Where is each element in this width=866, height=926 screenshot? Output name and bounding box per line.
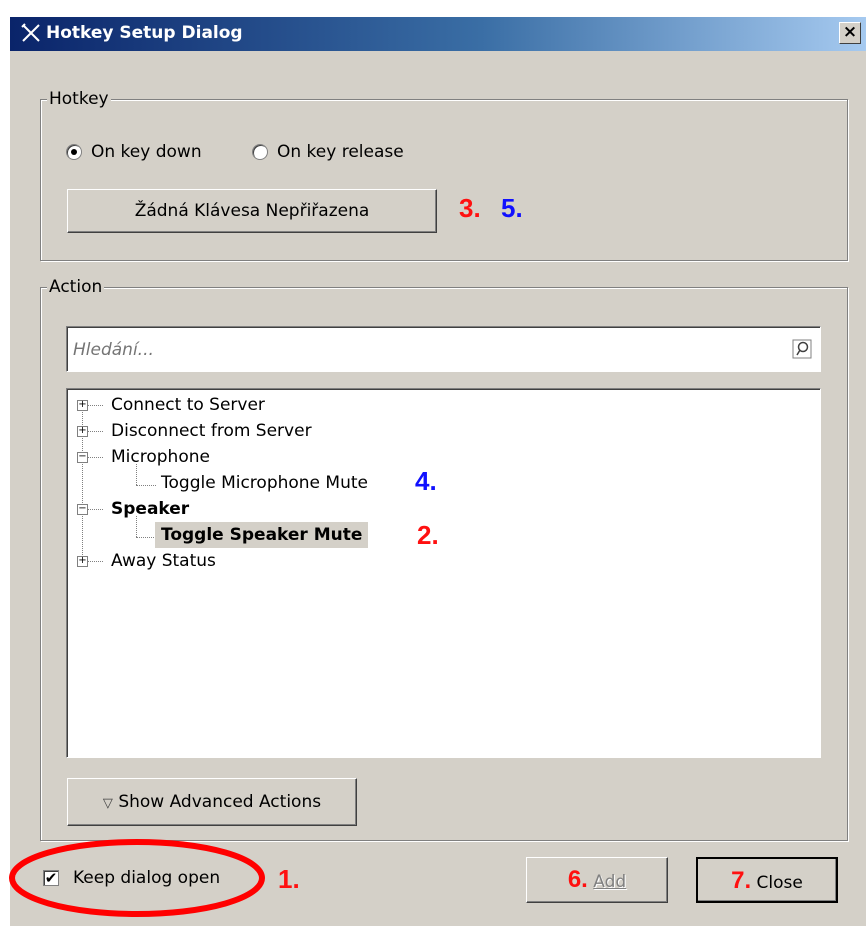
- assign-hotkey-button[interactable]: Žádná Klávesa Nepřiřazena: [67, 189, 437, 233]
- on-key-release-label[interactable]: On key release: [277, 142, 404, 162]
- close-icon: ×: [842, 22, 858, 42]
- tree-item-speaker[interactable]: Speaker: [111, 496, 189, 522]
- annotation-3: 3.: [459, 193, 481, 223]
- tree-connector: [136, 485, 156, 486]
- add-button[interactable]: 6. Add: [526, 857, 668, 903]
- annotation-1: 1.: [278, 864, 300, 894]
- tree-item-toggle-speaker-mute[interactable]: Toggle Speaker Mute: [155, 522, 369, 548]
- annotation-5: 5.: [501, 193, 523, 223]
- tree-connector: [88, 509, 103, 510]
- tree-connector: [88, 431, 103, 432]
- tree-connector: [136, 537, 156, 538]
- annotation-6: 6.: [567, 866, 588, 893]
- tree-connector: [88, 457, 103, 458]
- assign-hotkey-label: Žádná Klávesa Nepřiřazena: [134, 201, 370, 221]
- expand-toggle[interactable]: +: [77, 400, 88, 411]
- on-key-down-label[interactable]: On key down: [91, 142, 202, 162]
- hotkey-dialog: Hotkey Setup Dialog × Hotkey On key down…: [9, 16, 866, 926]
- tools-icon: [21, 23, 40, 42]
- collapse-toggle[interactable]: −: [77, 452, 88, 463]
- expand-toggle[interactable]: +: [77, 426, 88, 437]
- radio-selected-dot: [71, 149, 77, 155]
- close-window-button[interactable]: ×: [839, 22, 861, 44]
- tree-item-toggle-microphone-mute[interactable]: Toggle Microphone Mute: [161, 470, 368, 496]
- tree-item-disconnect[interactable]: Disconnect from Server: [111, 418, 312, 444]
- collapse-toggle[interactable]: −: [77, 504, 88, 515]
- expand-toggle[interactable]: +: [77, 556, 88, 567]
- tree-connector: [88, 561, 103, 562]
- annotation-2: 2.: [417, 520, 439, 550]
- on-key-release-radio[interactable]: [252, 144, 268, 160]
- show-advanced-actions-label: Show Advanced Actions: [118, 792, 322, 812]
- hotkey-group: Hotkey On key down On key release Žádná …: [40, 89, 848, 261]
- triangle-down-icon: ▽: [102, 796, 113, 811]
- tree-item-microphone[interactable]: Microphone: [111, 444, 210, 470]
- close-button-label: Close: [756, 873, 803, 893]
- hotkey-group-label: Hotkey: [47, 89, 111, 109]
- annotation-7: 7.: [731, 867, 752, 894]
- annotation-4: 4.: [415, 466, 437, 496]
- tree-item-away-status[interactable]: Away Status: [111, 548, 216, 574]
- search-icon[interactable]: [792, 339, 812, 359]
- dialog-title: Hotkey Setup Dialog: [46, 23, 243, 43]
- show-advanced-actions-button[interactable]: ▽ Show Advanced Actions: [67, 778, 357, 826]
- on-key-down-radio[interactable]: [66, 144, 82, 160]
- action-group-label: Action: [47, 277, 105, 297]
- search-input[interactable]: [71, 337, 765, 363]
- action-group: Action + Connect to Server +: [40, 277, 848, 841]
- action-tree[interactable]: + Connect to Server + Disconnect from Se…: [66, 388, 821, 758]
- title-bar[interactable]: Hotkey Setup Dialog ×: [10, 17, 866, 51]
- tree-connector: [88, 405, 103, 406]
- search-box[interactable]: [66, 326, 821, 372]
- add-button-label: Add: [593, 872, 627, 892]
- close-button[interactable]: 7. Close: [696, 857, 838, 903]
- tree-item-connect[interactable]: Connect to Server: [111, 392, 265, 418]
- red-circle-annotation: [9, 839, 265, 917]
